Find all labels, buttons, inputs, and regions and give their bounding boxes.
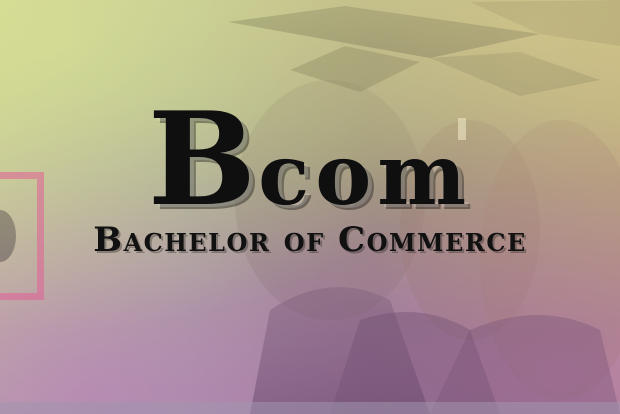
hero-banner: Bcom Bachelor of Commerce — [0, 0, 620, 414]
bottom-strip — [0, 402, 620, 414]
title-block: Bcom Bachelor of Commerce — [0, 0, 620, 414]
degree-title: Bcom — [0, 96, 620, 224]
degree-title-rest: com — [258, 125, 473, 224]
degree-subtitle: Bachelor of Commerce — [93, 220, 527, 260]
degree-title-initial: B — [147, 85, 259, 235]
